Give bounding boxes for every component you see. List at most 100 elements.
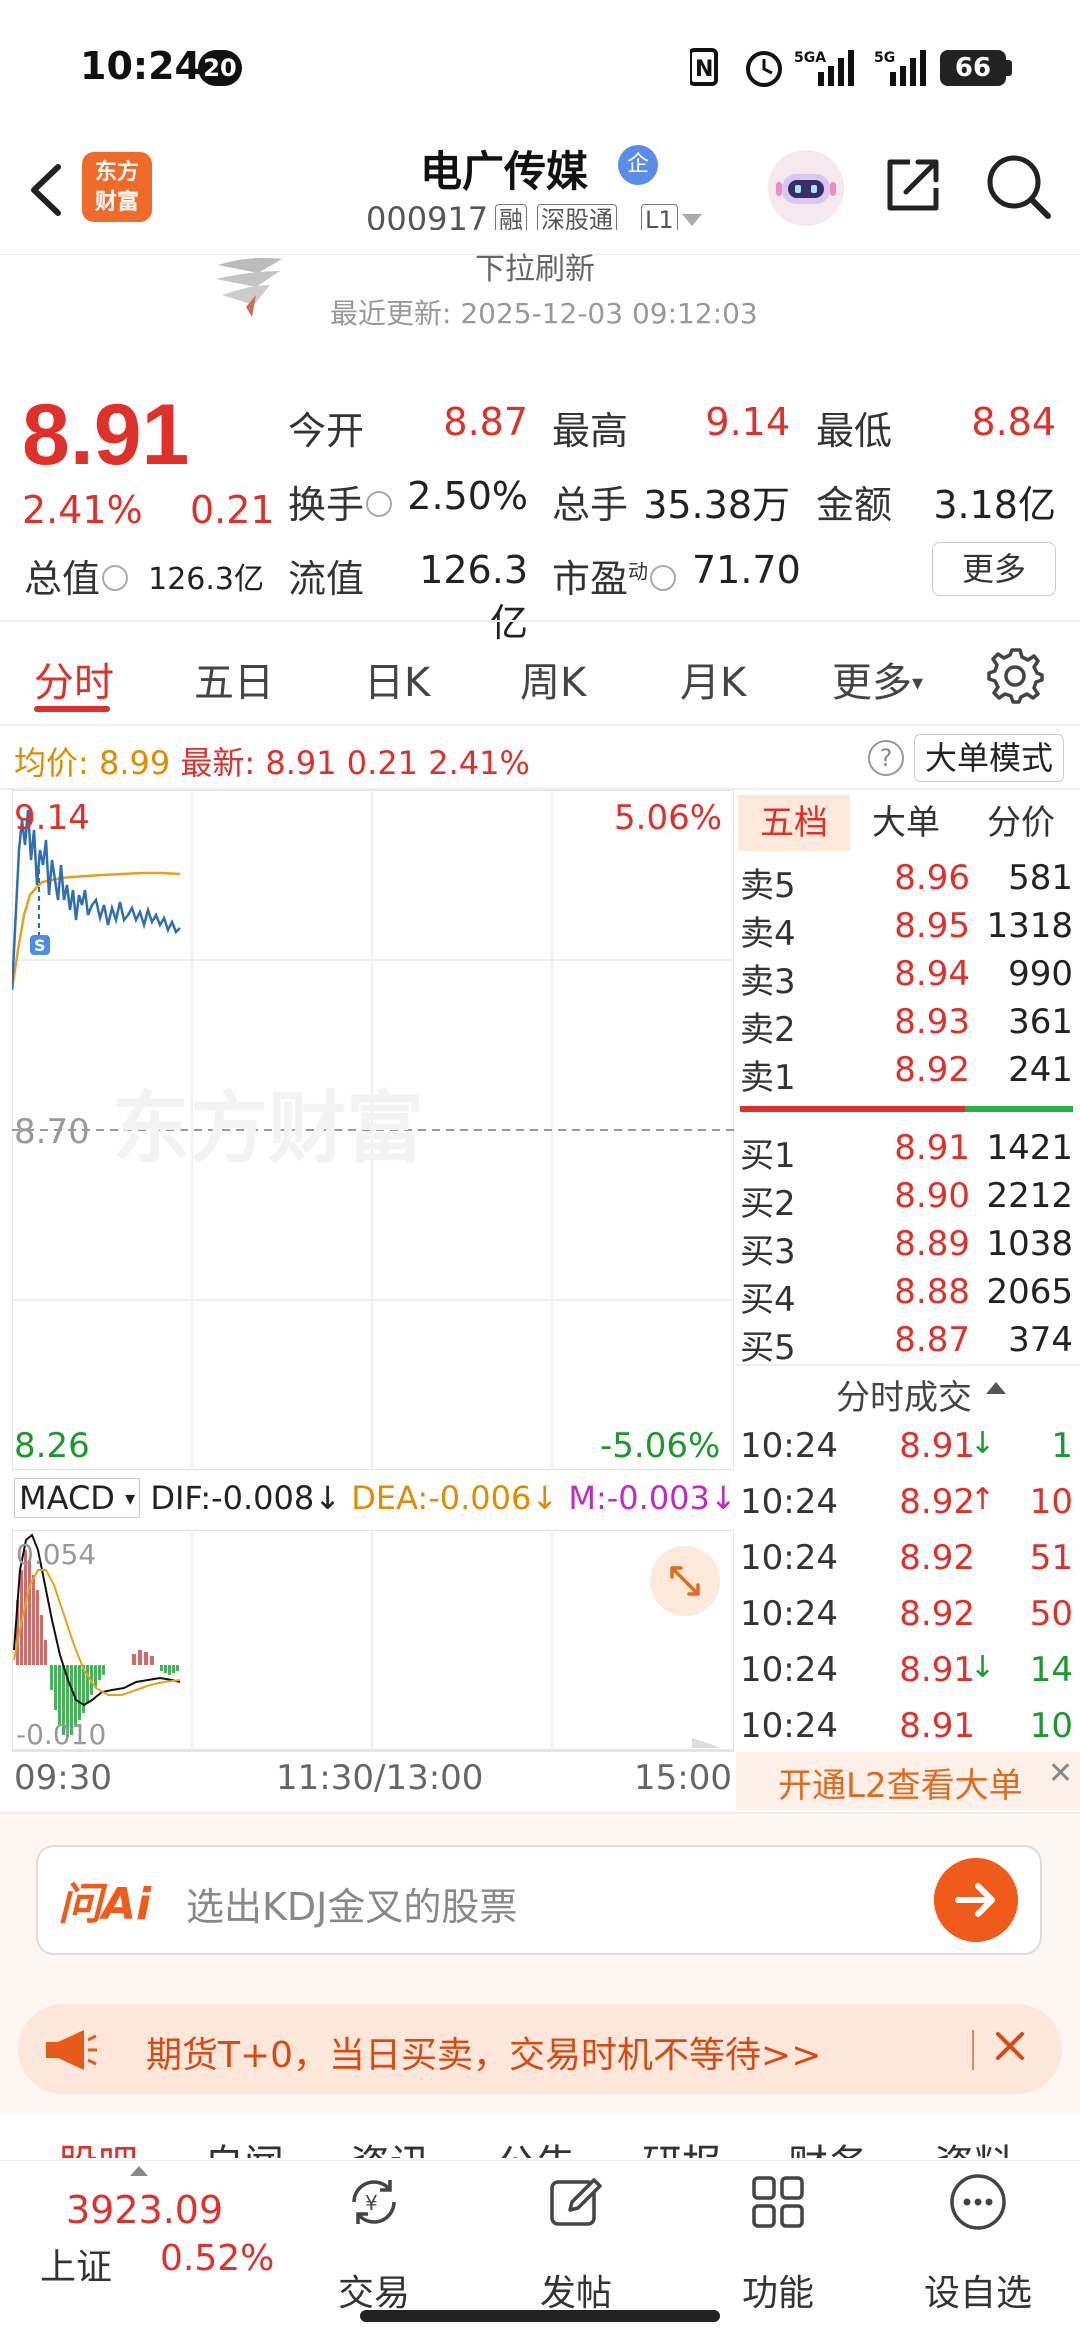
volume-label: 总手 <box>552 483 629 527</box>
battery-icon: 66 <box>940 50 1006 86</box>
more-quote-button[interactable]: 更多 <box>932 542 1056 596</box>
ask-row[interactable]: 卖2 8.93 361 <box>740 1002 1075 1050</box>
tab-announcements[interactable]: 公告 <box>496 2132 576 2158</box>
tab-five-levels[interactable]: 五档 <box>738 795 850 851</box>
close-icon[interactable]: ✕ <box>1048 1756 1078 1791</box>
market-cap-value: 126.3亿 <box>148 562 264 597</box>
battery-tip <box>1006 60 1012 76</box>
open-value: 8.87 <box>443 400 528 444</box>
trades-title[interactable]: 分时成交 <box>836 1370 972 1419</box>
intraday-summary: 均价: 8.99 最新: 8.91 0.21 2.41% <box>14 738 530 784</box>
prev-close-label: 8.70 <box>14 1112 90 1152</box>
tab-more[interactable]: 更多▾ <box>832 650 923 708</box>
index-value[interactable]: 3923.09 <box>66 2188 223 2232</box>
ask-row[interactable]: 卖1 8.92 241 <box>740 1050 1075 1098</box>
svg-text:N: N <box>695 57 713 82</box>
tab-weekly-k[interactable]: 周K <box>520 650 586 708</box>
chevron-down-icon[interactable] <box>682 214 702 226</box>
network-2-label: 5G <box>874 50 895 66</box>
index-percent[interactable]: 0.52% <box>160 2238 274 2279</box>
tab-news[interactable]: 资讯 <box>350 2132 430 2158</box>
search-icon[interactable] <box>982 150 1054 222</box>
last-update-time: 最近更新: 2025-12-03 09:12:03 <box>330 297 758 330</box>
high-label: 最高 <box>552 409 629 453</box>
info-icon[interactable] <box>102 564 129 591</box>
bid-row[interactable]: 买2 8.90 2212 <box>740 1176 1075 1224</box>
stock-name[interactable]: 电广传媒 <box>420 138 588 199</box>
sell-marker-label: S <box>34 936 46 955</box>
bid-row[interactable]: 买4 8.88 2065 <box>740 1272 1075 1320</box>
app-logo[interactable]: 东方 财富 <box>82 152 152 222</box>
divider <box>0 724 1080 726</box>
macd-chart[interactable] <box>12 1530 734 1750</box>
pct-low-label: -5.06% <box>600 1426 721 1466</box>
bid-row[interactable]: 买5 8.87 374 <box>740 1320 1075 1368</box>
latest-percent: 2.41% <box>428 744 530 782</box>
amount-value: 3.18亿 <box>933 483 1056 527</box>
price-high-label: 9.14 <box>14 798 90 838</box>
low-value: 8.84 <box>971 400 1056 444</box>
arrow-right-icon[interactable] <box>934 1858 1018 1942</box>
ask-row[interactable]: 卖5 8.96 581 <box>740 858 1075 906</box>
info-icon[interactable] <box>366 490 393 517</box>
status-time: 10:24 <box>80 44 201 88</box>
low-label: 最低 <box>816 409 893 453</box>
gear-icon[interactable] <box>986 646 1044 704</box>
caret-up-icon[interactable] <box>986 1382 1006 1394</box>
tab-monthly-k[interactable]: 月K <box>680 650 746 708</box>
l2-upgrade-text[interactable]: 开通L2查看大单 <box>778 1758 1023 1807</box>
ask-row[interactable]: 卖4 8.95 1318 <box>740 906 1075 954</box>
indicator-select[interactable]: MACD ▾ <box>14 1478 141 1518</box>
svg-text:¥: ¥ <box>365 2191 378 2215</box>
caret-up-icon[interactable] <box>130 2166 148 2176</box>
tab-big-orders[interactable]: 大单 <box>850 795 962 851</box>
tab-intraday[interactable]: 分时 <box>34 650 114 708</box>
expand-icon[interactable] <box>650 1546 720 1616</box>
tab-research[interactable]: 研报 <box>642 2132 722 2158</box>
intraday-chart[interactable]: 东方财富 S <box>12 790 734 1470</box>
back-arrow-icon[interactable] <box>22 155 72 225</box>
tab-profile[interactable]: 资料 <box>934 2132 1014 2158</box>
section-tabs: 股吧 自闻 资讯 公告 研报 财务 资料 <box>0 2128 1080 2158</box>
notification-count-badge: 20 <box>198 50 242 86</box>
avg-label: 均价: <box>14 744 89 782</box>
pe-dynamic-mark: 动 <box>628 559 649 584</box>
tab-forum[interactable]: 股吧 <box>58 2132 138 2158</box>
bid-row[interactable]: 买1 8.91 1421 <box>740 1128 1075 1176</box>
macd-m: M:-0.003↓ <box>568 1479 737 1517</box>
bid-row[interactable]: 买3 8.89 1038 <box>740 1224 1075 1272</box>
tab-selfmedia[interactable]: 自闻 <box>204 2132 284 2158</box>
nav-functions[interactable]: 功能 <box>718 2172 838 2314</box>
share-icon[interactable] <box>880 152 946 218</box>
tab-five-day[interactable]: 五日 <box>194 650 274 708</box>
tab-daily-k[interactable]: 日K <box>364 650 430 708</box>
macd-top-label: 0.054 <box>16 1538 97 1571</box>
nav-trade[interactable]: ¥ 交易 <box>314 2172 434 2314</box>
macd-dif: DIF:-0.008↓ <box>150 1479 342 1517</box>
trade-icon: ¥ <box>352 2180 396 2224</box>
ask-row[interactable]: 卖3 8.94 990 <box>740 954 1075 1002</box>
nav-post[interactable]: 发帖 <box>516 2172 636 2314</box>
ai-robot-avatar[interactable] <box>768 150 844 226</box>
promo-text[interactable]: 期货T+0，当日买卖，交易时机不等待>> <box>146 2026 821 2078</box>
ai-search-input[interactable]: 选出KDJ金叉的股票 <box>186 1876 517 1931</box>
trade-row: 10:24 8.92 ↑ 10 <box>740 1482 1073 1522</box>
divider <box>12 1750 734 1752</box>
edit-icon <box>550 2178 602 2226</box>
close-icon[interactable] <box>986 2022 1034 2070</box>
home-indicator[interactable] <box>360 2310 720 2322</box>
logo-line-2: 财富 <box>94 190 139 215</box>
macd-header: MACD ▾ DIF:-0.008↓ DEA:-0.006↓ M:-0.003↓ <box>14 1478 737 1518</box>
buy-sell-ratio-bar-buy <box>740 1106 965 1112</box>
turnover-value: 2.50% <box>407 474 528 518</box>
tab-price-distribution[interactable]: 分价 <box>962 795 1080 851</box>
info-icon[interactable] <box>650 564 677 591</box>
index-name[interactable]: 上证 <box>40 2238 112 2290</box>
ai-logo: 问Ai <box>58 1879 152 1930</box>
caret-down-icon: ▾ <box>912 671 924 696</box>
help-icon[interactable]: ? <box>868 740 904 776</box>
nav-add-watchlist[interactable]: 设自选 <box>918 2172 1038 2314</box>
turnover-label: 换手 <box>288 474 393 529</box>
tab-financials[interactable]: 财务 <box>788 2132 868 2158</box>
big-order-mode-button[interactable]: 大单模式 <box>914 734 1064 782</box>
